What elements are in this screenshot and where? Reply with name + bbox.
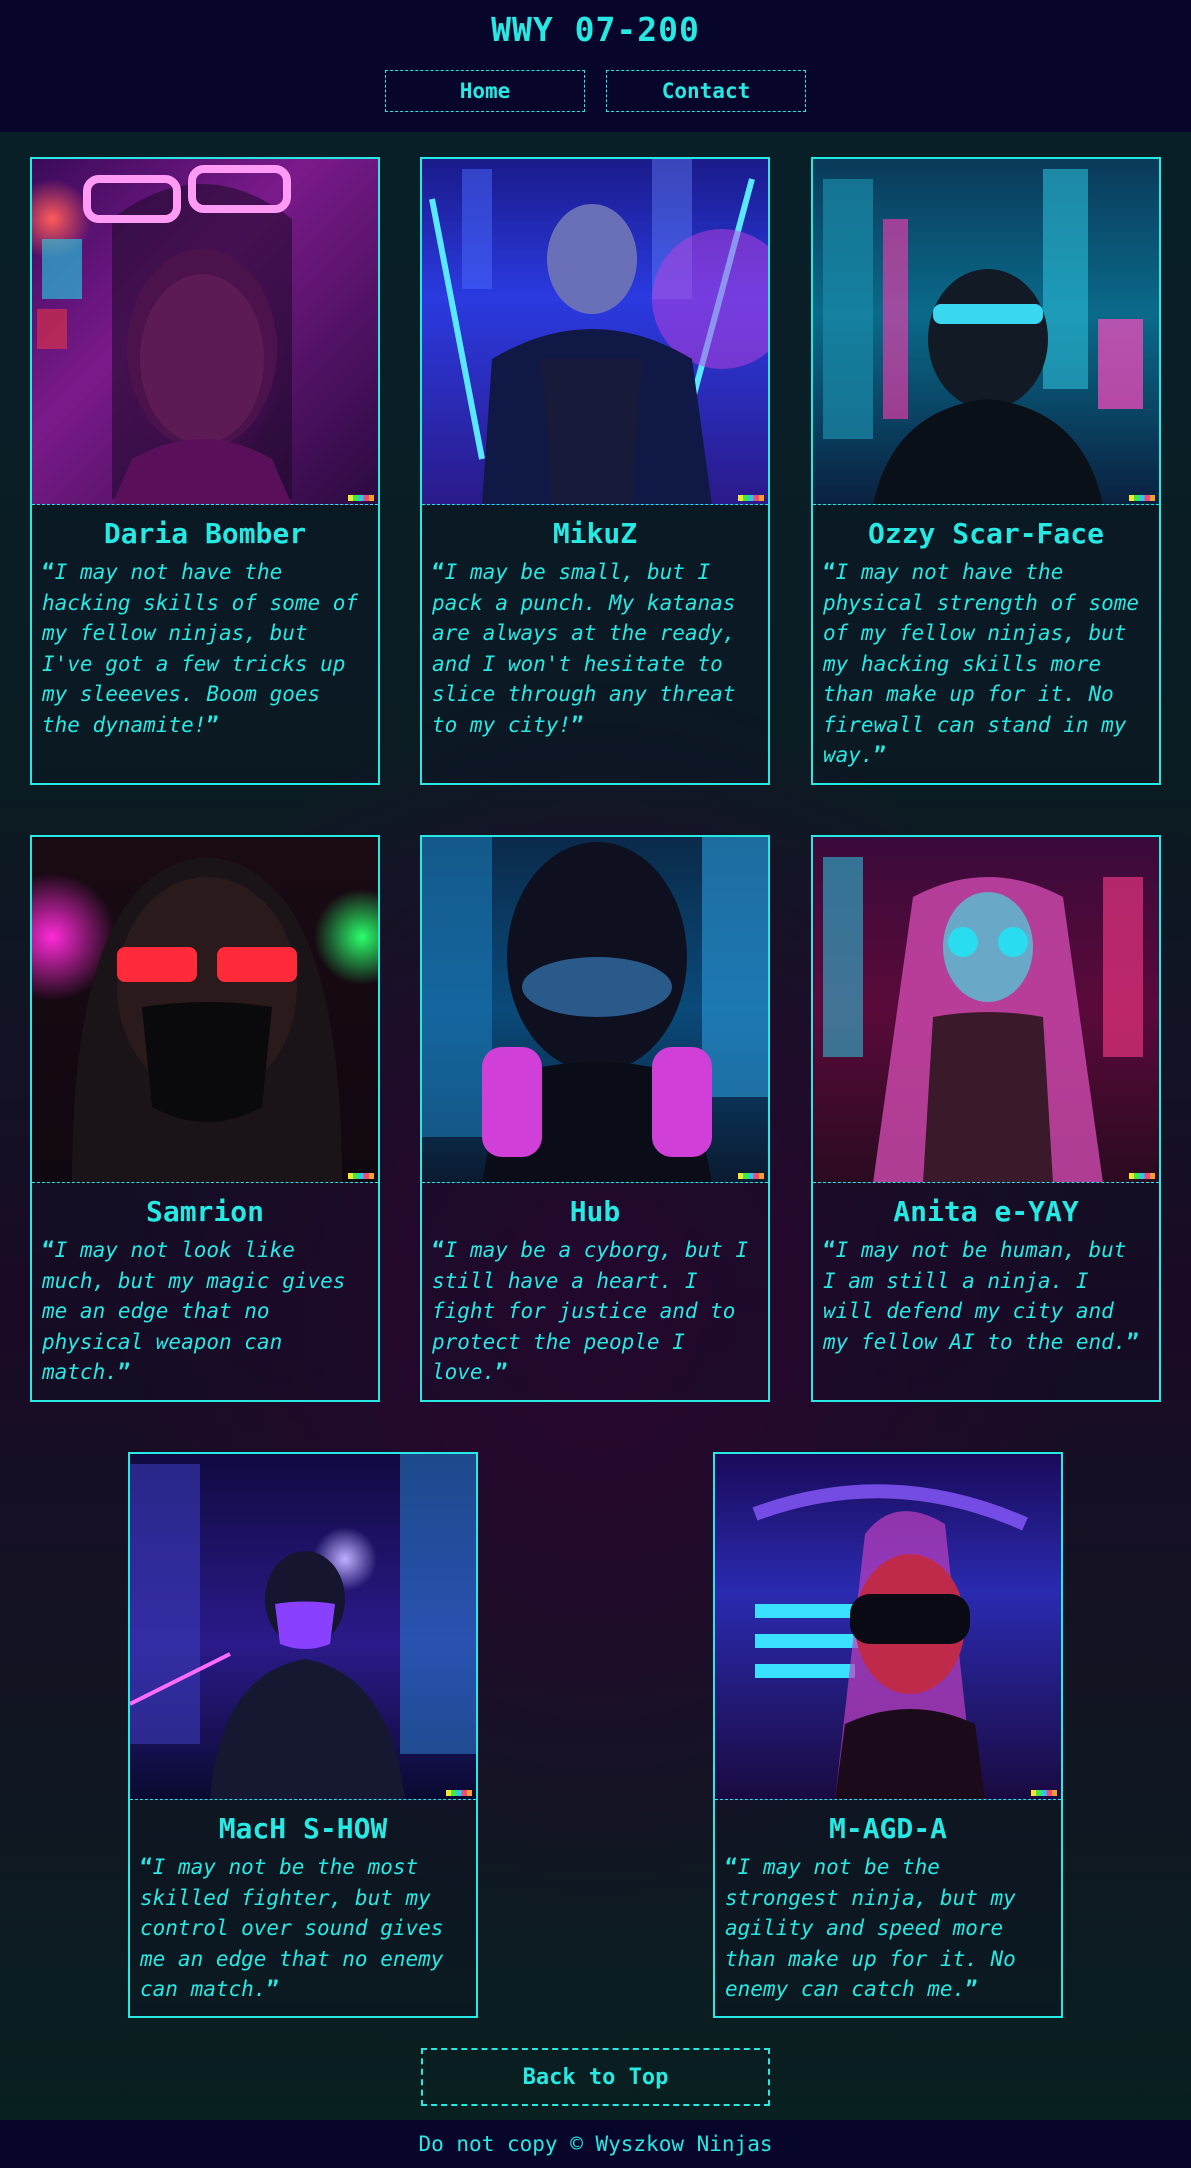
ninja-card: MacH S-HOW “I may not be the most skille…	[128, 1452, 478, 2018]
ninja-name: MikuZ	[552, 517, 638, 550]
ninja-name: Samrion	[145, 1195, 264, 1228]
portrait-art	[422, 837, 768, 1182]
signature-mark	[348, 1173, 374, 1179]
signature-mark	[738, 495, 764, 501]
portrait-art	[752, 1484, 1028, 1799]
ninja-portrait	[32, 159, 378, 505]
ninja-quote: “I may not have the physical strength of…	[823, 560, 1140, 767]
nav-contact-link[interactable]: Contact	[606, 70, 806, 112]
ninja-quote: “I may be a cyborg, but I still have a h…	[432, 1238, 749, 1384]
ninja-name: M-AGD-A	[828, 1812, 947, 1845]
ninja-name: MacH S-HOW	[218, 1812, 388, 1845]
portrait-art	[429, 159, 768, 504]
signature-mark	[348, 495, 374, 501]
ninja-portrait	[422, 159, 768, 505]
signature-mark	[1129, 495, 1155, 501]
portrait-art	[823, 169, 1143, 504]
ninja-quote: “I may not be the most skilled fighter, …	[140, 1855, 444, 2001]
nav-home-link[interactable]: Home	[385, 70, 585, 112]
ninja-portrait	[715, 1454, 1061, 1800]
portrait-art	[823, 857, 1143, 1182]
ninja-portrait	[422, 837, 768, 1183]
signature-mark	[1031, 1790, 1057, 1796]
ninja-card: Daria Bomber “I may not have the hacking…	[30, 157, 380, 785]
ninja-name: Daria Bomber	[103, 517, 307, 550]
site-title: WWY 07-200	[491, 10, 700, 49]
ninja-name: Anita e-YAY	[893, 1195, 1079, 1228]
ninja-card: MikuZ “I may be small, but I pack a punc…	[420, 157, 770, 785]
portrait-art	[72, 857, 342, 1182]
ninja-portrait	[32, 837, 378, 1183]
ninja-portrait	[813, 159, 1159, 505]
ninja-quote: “I may not have the hacking skills of so…	[42, 560, 359, 737]
ninja-portrait	[130, 1454, 476, 1800]
footer-text: Do not copy © Wyszkow Ninjas	[418, 2132, 773, 2156]
site-header: WWY 07-200 Home Contact	[0, 0, 1191, 132]
ninja-quote: “I may not be the strongest ninja, but m…	[725, 1855, 1016, 2001]
signature-mark	[1129, 1173, 1155, 1179]
signature-mark	[738, 1173, 764, 1179]
ninja-card: Hub “I may be a cyborg, but I still have…	[420, 835, 770, 1402]
back-to-top-button[interactable]: Back to Top	[421, 2048, 770, 2106]
ninja-portrait	[813, 837, 1159, 1183]
ninja-quote: “I may not be human, but I am still a ni…	[823, 1238, 1140, 1354]
site-footer: Do not copy © Wyszkow Ninjas	[0, 2120, 1191, 2168]
ninja-quote: “I may not look like much, but my magic …	[42, 1238, 346, 1384]
ninja-name: Hub	[569, 1195, 621, 1228]
ninja-name: Ozzy Scar-Face	[867, 517, 1104, 550]
ninja-card: M-AGD-A “I may not be the strongest ninj…	[713, 1452, 1063, 2018]
portrait-art	[130, 1454, 476, 1799]
portrait-art	[37, 165, 292, 504]
ninja-card: Ozzy Scar-Face “I may not have the physi…	[811, 157, 1161, 785]
ninja-card: Anita e-YAY “I may not be human, but I a…	[811, 835, 1161, 1402]
signature-mark	[446, 1790, 472, 1796]
ninja-quote: “I may be small, but I pack a punch. My …	[432, 560, 736, 737]
ninja-card: Samrion “I may not look like much, but m…	[30, 835, 380, 1402]
